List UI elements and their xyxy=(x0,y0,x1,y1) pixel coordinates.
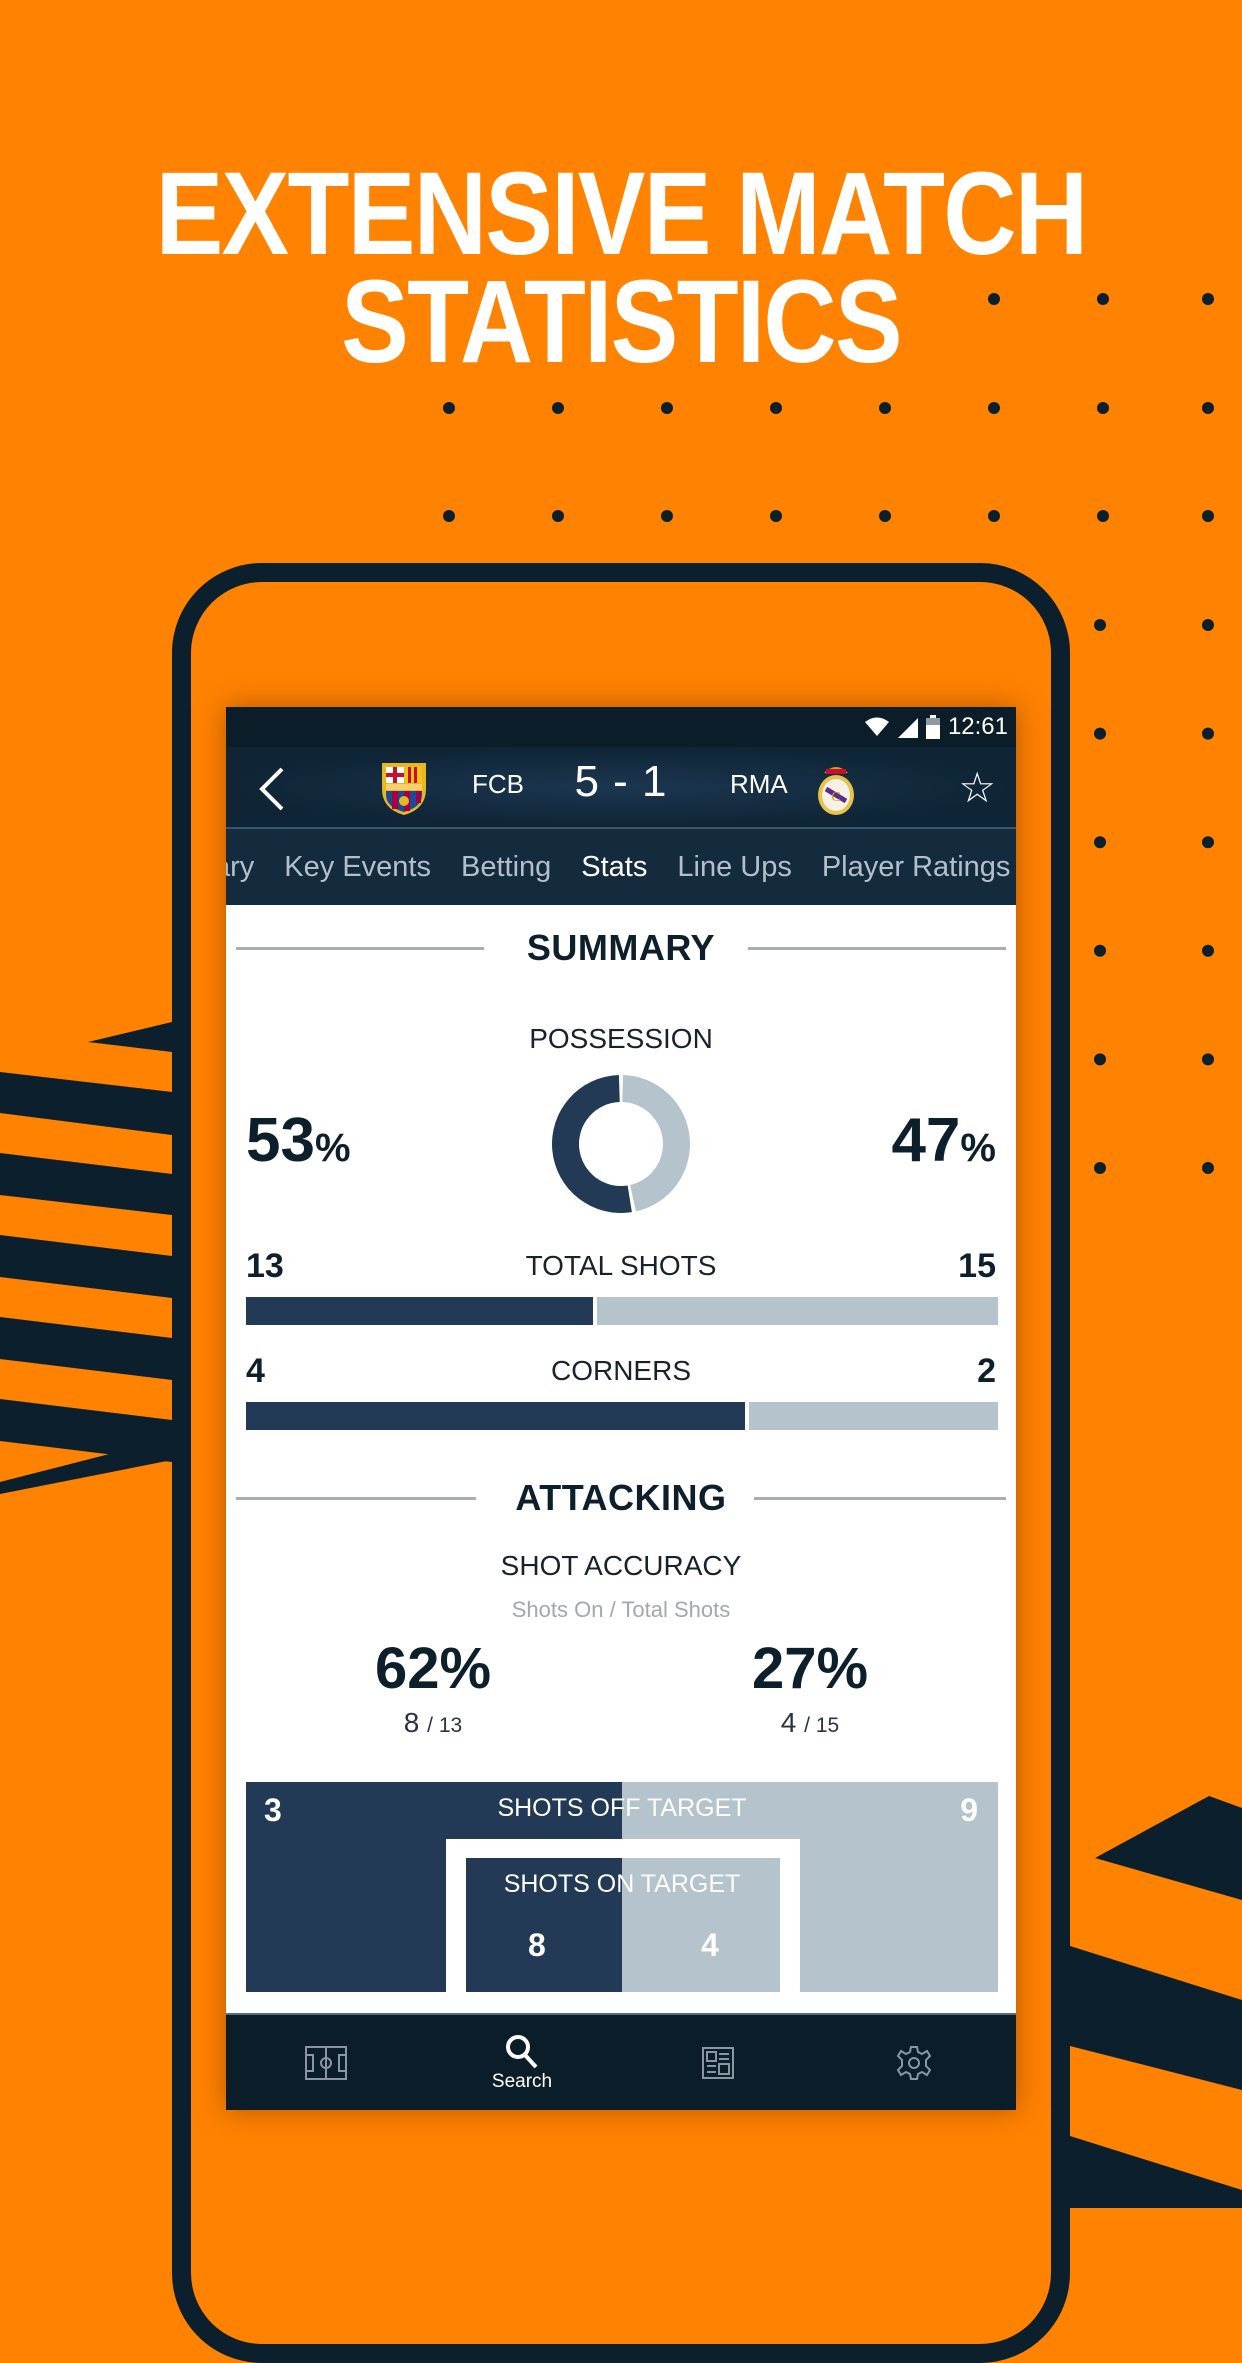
away-shots-total: / 15 xyxy=(804,1714,840,1737)
nav-search-label: Search xyxy=(491,2070,553,2092)
possession-label: POSSESSION xyxy=(529,1023,713,1054)
decorative-dot xyxy=(1202,510,1214,522)
headline-line-1: EXTENSIVE MATCH xyxy=(155,148,1089,280)
shots-off-target-label: SHOTS OFF TARGET xyxy=(497,1794,747,1822)
decorative-dot xyxy=(552,402,564,414)
decorative-dot xyxy=(1094,1053,1106,1066)
decorative-dot xyxy=(770,402,782,414)
favorite-star-icon[interactable]: ☆ xyxy=(958,763,996,812)
home-shot-accuracy: 62% xyxy=(374,1636,492,1701)
away-team-name: RMA xyxy=(730,769,788,799)
decorative-dot xyxy=(1094,836,1106,849)
news-icon xyxy=(702,2046,734,2079)
possession-donut-chart xyxy=(552,1075,690,1213)
decorative-dot xyxy=(1094,944,1106,957)
decorative-dot xyxy=(770,510,782,522)
percent-sign: % xyxy=(314,1126,351,1170)
away-shots-off-target: 9 xyxy=(960,1792,978,1828)
search-icon xyxy=(506,2034,538,2068)
total-shots-away-bar xyxy=(597,1297,998,1325)
shot-accuracy-sublabel: Shots On / Total Shots xyxy=(511,1597,731,1622)
nav-settings[interactable] xyxy=(854,2015,974,2110)
decorative-dot xyxy=(1202,944,1214,957)
tab-player-ratings[interactable]: Player Ratings xyxy=(822,851,1011,884)
decorative-dot xyxy=(1202,293,1214,305)
settings-gear-icon xyxy=(896,2045,932,2080)
decorative-dot xyxy=(879,402,891,414)
decorative-dot xyxy=(1097,402,1109,414)
nav-news[interactable] xyxy=(658,2015,778,2110)
tab-line-ups[interactable]: Line Ups xyxy=(677,851,791,884)
home-possession: 53% xyxy=(246,1105,351,1176)
tab-key-events[interactable]: Key Events xyxy=(284,851,431,884)
away-possession: 47% xyxy=(891,1105,996,1176)
phone-screen: 12:61 FCB 5 - 1 RMA C ☆ ary Key Events Bet… xyxy=(226,707,1016,2110)
real-madrid-crest-icon: C xyxy=(818,767,854,815)
decorative-dot xyxy=(661,402,673,414)
shot-accuracy-label: SHOT ACCURACY xyxy=(500,1550,742,1581)
status-time: 12:61 xyxy=(947,713,1008,740)
match-score: 5 - 1 xyxy=(574,757,668,806)
decorative-dot xyxy=(1202,1053,1214,1066)
away-shots-on-target: 4 xyxy=(701,1927,719,1963)
decorative-dot xyxy=(1202,402,1214,414)
decorative-dot xyxy=(552,510,564,522)
decorative-dot xyxy=(1202,836,1214,849)
shots-target-diagram: 3 SHOTS OFF TARGET 9 SHOTS ON TARGET 8 4 xyxy=(246,1782,998,1992)
total-shots-home-bar xyxy=(246,1297,594,1325)
corners-label: CORNERS xyxy=(550,1355,691,1386)
status-bar: 12:61 xyxy=(226,707,1016,747)
pitch-icon xyxy=(305,2045,347,2080)
decorative-dot xyxy=(988,510,1000,522)
decorative-dot xyxy=(1094,619,1106,631)
decorative-dot xyxy=(1094,1162,1106,1174)
shots-on-target-label: SHOTS ON TARGET xyxy=(503,1870,741,1898)
home-shots-on-target: 8 xyxy=(528,1927,546,1963)
left-stripes xyxy=(0,1022,172,1494)
away-shots-fraction: 4 / 15 xyxy=(710,1707,910,1739)
svg-text:C: C xyxy=(831,790,840,805)
home-shots-total: / 13 xyxy=(427,1714,463,1737)
decorative-dot xyxy=(1202,727,1214,740)
corners-home-bar xyxy=(246,1402,745,1430)
tab-betting[interactable]: Betting xyxy=(461,851,551,884)
decorative-dot xyxy=(1094,727,1106,740)
nav-search[interactable]: Search xyxy=(462,2015,582,2110)
battery-icon xyxy=(925,715,940,739)
away-shots-on: 4 xyxy=(780,1707,797,1738)
tab-stats[interactable]: Stats xyxy=(581,851,647,884)
corners-away-bar xyxy=(748,1402,998,1430)
away-total-shots: 15 xyxy=(958,1247,996,1285)
decorative-dot xyxy=(879,510,891,522)
decorative-dot xyxy=(1097,510,1109,522)
headline-line-2: STATISTICS xyxy=(341,256,902,388)
tab-ary[interactable]: ary xyxy=(226,851,254,884)
promo-headline: EXTENSIVE MATCH STATISTICS xyxy=(87,148,1155,388)
right-stripes xyxy=(1070,1796,1242,2208)
nav-pitch[interactable] xyxy=(266,2015,386,2110)
home-possession-value: 53 xyxy=(246,1106,315,1175)
divider-line xyxy=(754,1497,1006,1500)
match-tabs: ary Key Events Betting Stats Line Ups Player … xyxy=(226,829,1016,905)
donut-home-slice xyxy=(552,1075,632,1213)
signal-icon xyxy=(897,716,918,738)
home-shots-fraction: 8 / 13 xyxy=(333,1707,533,1739)
away-shot-accuracy: 27% xyxy=(751,1636,869,1701)
divider-line xyxy=(748,947,1006,950)
away-possession-value: 47 xyxy=(891,1106,961,1175)
decorative-dot xyxy=(443,402,455,414)
total-shots-label: TOTAL SHOTS xyxy=(525,1250,717,1281)
percent-sign: % xyxy=(960,1126,996,1170)
decorative-dot xyxy=(988,402,1000,414)
decorative-dot xyxy=(443,510,455,522)
decorative-dot xyxy=(661,510,673,522)
match-header: FCB 5 - 1 RMA C ☆ xyxy=(226,747,1016,829)
home-shots-on: 8 xyxy=(403,1707,420,1738)
decorative-dot xyxy=(1202,619,1214,631)
donut-away-slice xyxy=(622,1075,690,1212)
decorative-dot xyxy=(1202,1162,1214,1174)
bottom-navigation: Search xyxy=(226,2013,1016,2110)
away-corners: 2 xyxy=(977,1352,996,1390)
wifi-icon xyxy=(864,716,890,738)
